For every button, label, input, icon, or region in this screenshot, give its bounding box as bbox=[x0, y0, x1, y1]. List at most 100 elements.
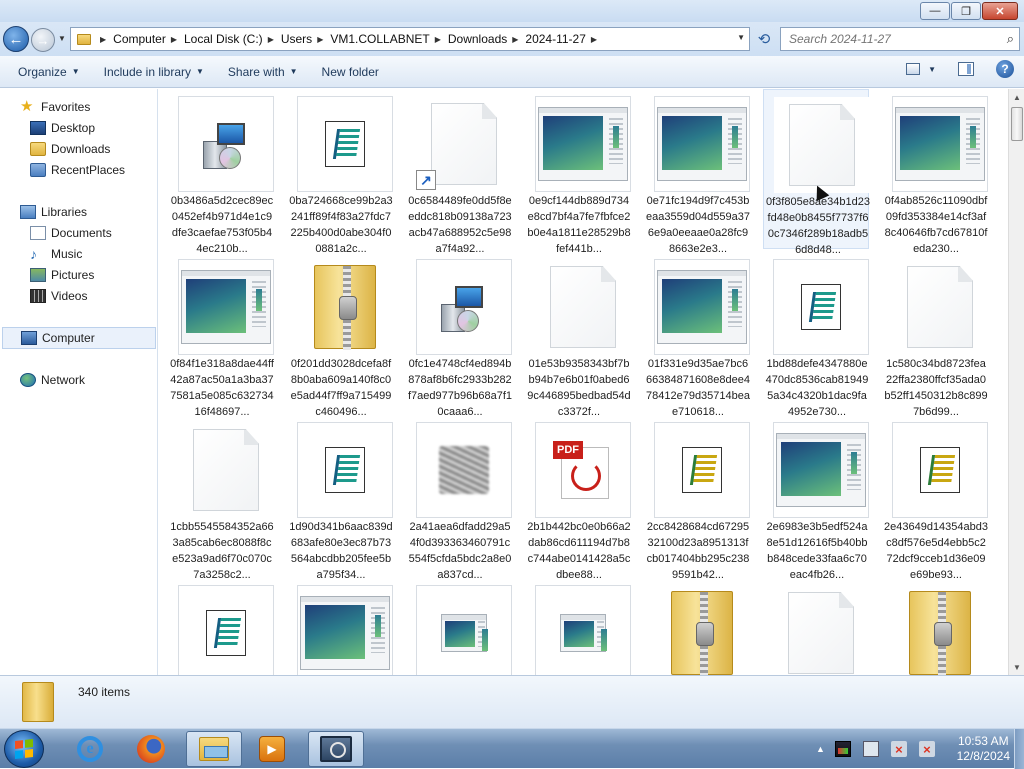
file-item[interactable]: 2e6983e3b5edf524a8e51d12616f5b40bbb848ce… bbox=[763, 415, 869, 581]
title-bar[interactable]: — ❐ ✕ bbox=[0, 0, 1024, 22]
file-item[interactable] bbox=[168, 578, 274, 675]
include-in-library-button[interactable]: Include in library ▼ bbox=[92, 65, 216, 79]
organize-label: Organize bbox=[18, 64, 67, 79]
show-desktop-button[interactable] bbox=[1014, 729, 1024, 769]
close-button[interactable]: ✕ bbox=[982, 2, 1018, 20]
address-dropdown[interactable]: ▼ bbox=[737, 33, 745, 42]
breadcrumb-local-disk[interactable]: Local Disk (C:) ▶ bbox=[184, 32, 281, 46]
start-button[interactable] bbox=[4, 730, 44, 768]
share-with-button[interactable]: Share with ▼ bbox=[216, 65, 310, 79]
file-thumbnail bbox=[773, 422, 869, 518]
chevron-down-icon[interactable]: ▼ bbox=[928, 65, 936, 74]
file-item[interactable]: 0f84f1e318a8dae44ff42a87ac50a1a3ba377581… bbox=[168, 252, 274, 418]
nav-computer[interactable]: Computer bbox=[2, 327, 156, 349]
preview-pane-icon[interactable] bbox=[958, 62, 974, 76]
organize-button[interactable]: Organize ▼ bbox=[0, 65, 92, 79]
breadcrumb-users[interactable]: Users ▶ bbox=[281, 32, 331, 46]
documents-icon bbox=[30, 226, 46, 240]
scroll-down-arrow[interactable]: ▼ bbox=[1009, 659, 1024, 675]
taskbar-firefox[interactable] bbox=[123, 731, 179, 767]
nav-pictures[interactable]: Pictures bbox=[30, 265, 94, 285]
blank-file-icon bbox=[550, 266, 616, 348]
file-item[interactable]: 0fc1e4748cf4ed894b878af8b6fc2933b282f7ae… bbox=[406, 252, 512, 418]
file-item[interactable]: 0e9cf144db889d734e8cd7bf4a7fe7fbfce2b0e4… bbox=[525, 89, 631, 255]
network-status-icon[interactable] bbox=[862, 741, 879, 757]
nav-libraries[interactable]: Libraries bbox=[20, 202, 87, 222]
address-bar[interactable]: ▶ Computer ▶ Local Disk (C:) ▶ Users ▶ VM1.… bbox=[70, 27, 750, 51]
snipping-tool-icon bbox=[320, 736, 352, 762]
script-icon bbox=[325, 121, 365, 167]
file-item[interactable]: 2a41aea6dfadd29a54f0d393363460791c554f5c… bbox=[406, 415, 512, 581]
recent-pages-dropdown[interactable]: ▼ bbox=[58, 34, 66, 43]
nav-videos[interactable]: Videos bbox=[30, 286, 87, 306]
taskbar-internet-explorer[interactable]: e bbox=[62, 731, 118, 767]
vertical-scrollbar[interactable]: ▲ ▼ bbox=[1008, 89, 1024, 675]
file-name: 0f84f1e318a8dae44ff42a87ac50a1a3ba377581… bbox=[170, 358, 274, 418]
scroll-thumb[interactable] bbox=[1011, 107, 1023, 141]
file-item[interactable] bbox=[406, 578, 512, 675]
clock[interactable]: 10:53 AM 12/8/2024 bbox=[957, 734, 1010, 764]
nav-downloads[interactable]: Downloads bbox=[30, 139, 110, 159]
file-item[interactable]: 2e43649d14354abd3c8df576e5d4ebb5c272dcf9… bbox=[882, 415, 988, 581]
blank-file-icon bbox=[788, 592, 854, 674]
file-item[interactable] bbox=[525, 578, 631, 675]
refresh-button[interactable]: ⟲ bbox=[752, 27, 776, 51]
file-item[interactable]: 0f4ab8526c11090dbf09fd353384e14cf3af8c40… bbox=[882, 89, 988, 255]
file-item[interactable]: 0f3f805e8ae34b1d23fd48e0b8455f7737f60c73… bbox=[763, 89, 870, 256]
minimize-button[interactable]: — bbox=[920, 2, 950, 20]
nav-recent-places[interactable]: RecentPlaces bbox=[30, 160, 125, 180]
search-input[interactable] bbox=[789, 32, 989, 46]
show-hidden-icons-icon[interactable]: ▲ bbox=[816, 744, 825, 754]
breadcrumb-user[interactable]: VM1.COLLABNET ▶ bbox=[330, 32, 448, 46]
file-item[interactable]: ↗ 0c6584489fe0dd5f8eeddc818b09138a723acb4… bbox=[406, 89, 512, 255]
file-name: 1c580c34bd8723fea22ffa2380ffcf35ada0b52f… bbox=[884, 358, 988, 418]
taskbar-media-player[interactable]: ▶ bbox=[244, 731, 300, 767]
file-item[interactable]: 01f331e9d35ae7bc666384871608e8dee478412e… bbox=[644, 252, 750, 418]
new-folder-button[interactable]: New folder bbox=[310, 65, 391, 79]
file-item[interactable]: 2cc8428684cd6729532100d23a8951313fcb0174… bbox=[644, 415, 750, 581]
file-thumbnail bbox=[892, 422, 988, 518]
nav-music[interactable]: ♪ Music bbox=[30, 244, 82, 264]
action-center-icon[interactable]: × bbox=[918, 741, 935, 757]
file-item[interactable]: 0f201dd3028dcefa8f8b0aba609a140f8c0e5ad4… bbox=[287, 252, 393, 418]
taskbar-windows-explorer[interactable] bbox=[186, 731, 242, 767]
view-options-icon[interactable] bbox=[906, 63, 921, 75]
file-item[interactable] bbox=[763, 578, 869, 675]
breadcrumb-current-folder[interactable]: 2024-11-27 ▶ bbox=[525, 32, 604, 46]
search-box[interactable]: ⌕ bbox=[780, 27, 1020, 51]
file-item[interactable] bbox=[882, 578, 988, 675]
breadcrumb-computer[interactable]: Computer ▶ bbox=[113, 32, 184, 46]
breadcrumb-root-arrow[interactable]: ▶ bbox=[95, 35, 113, 44]
file-item[interactable]: PDF 2b1b442bc0e0b66a2dab86cd611194d7b8c74… bbox=[525, 415, 631, 581]
file-item[interactable]: 1bd88defe4347880e470dc8536cab819495a34c4… bbox=[763, 252, 869, 418]
file-item[interactable]: 0b3486a5d2cec89ec0452ef4b971d4e1c9dfe3ca… bbox=[168, 89, 274, 255]
nav-favorites[interactable]: ★ Favorites bbox=[20, 97, 90, 117]
performance-monitor-icon[interactable] bbox=[834, 741, 851, 757]
file-item[interactable]: 1c580c34bd8723fea22ffa2380ffcf35ada0b52f… bbox=[882, 252, 988, 418]
file-item[interactable]: 1d90d341b6aac839d683afe80e3ec87b73564abc… bbox=[287, 415, 393, 581]
blank-file-icon bbox=[789, 104, 855, 186]
file-item[interactable] bbox=[644, 578, 750, 675]
file-item[interactable]: 0e71fc194d9f7c453beaa3559d04d559a376e9a0… bbox=[644, 89, 750, 255]
forward-button[interactable]: → bbox=[31, 28, 55, 52]
breadcrumb-downloads[interactable]: Downloads ▶ bbox=[448, 32, 526, 46]
file-item[interactable]: 0ba724668ce99b2a3241ff89f4f83a27fdc7225b… bbox=[287, 89, 393, 255]
file-thumbnail: PDF bbox=[535, 422, 631, 518]
zip-folder-icon bbox=[671, 591, 733, 675]
nav-network[interactable]: Network bbox=[20, 370, 85, 390]
nav-documents[interactable]: Documents bbox=[30, 223, 112, 243]
search-icon[interactable]: ⌕ bbox=[1007, 31, 1014, 47]
taskbar-snipping-tool[interactable] bbox=[308, 731, 364, 767]
file-item[interactable] bbox=[287, 578, 393, 675]
scroll-up-arrow[interactable]: ▲ bbox=[1009, 89, 1024, 105]
maximize-button[interactable]: ❐ bbox=[951, 2, 981, 20]
back-button[interactable]: ← bbox=[3, 26, 29, 52]
music-icon: ♪ bbox=[30, 246, 37, 262]
file-item[interactable]: 1cbb5545584352a663a85cab6ec8088f8ce523a9… bbox=[168, 415, 274, 581]
help-icon[interactable]: ? bbox=[996, 60, 1014, 78]
nav-label: Music bbox=[51, 247, 83, 261]
speaker-muted-icon[interactable]: × bbox=[890, 741, 907, 757]
file-item[interactable]: 01e53b9358343bf7bb94b7e6b01f0abed69c4468… bbox=[525, 252, 631, 418]
nav-desktop[interactable]: Desktop bbox=[30, 118, 95, 138]
window-controls: — ❐ ✕ bbox=[919, 2, 1018, 20]
